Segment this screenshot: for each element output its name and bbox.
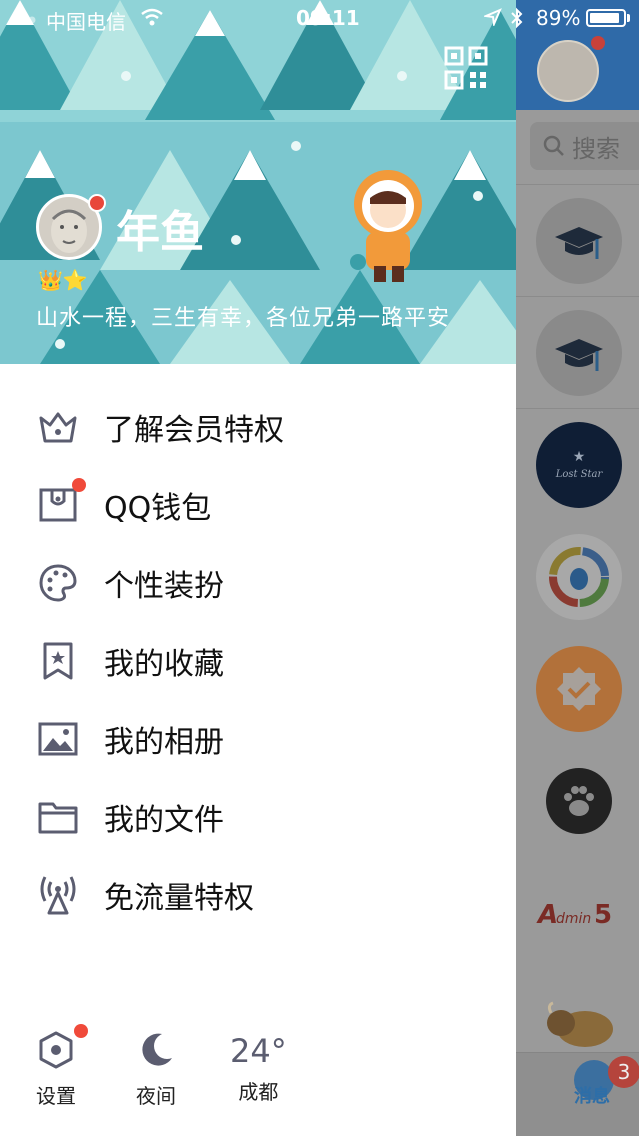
svg-text:★: ★: [573, 449, 586, 465]
temperature: 24°: [230, 1032, 287, 1070]
paw-avatar[interactable]: [536, 758, 622, 844]
city-label: 成都: [238, 1080, 279, 1104]
antenna-icon: [38, 875, 78, 915]
menu-label: 我的文件: [104, 803, 224, 838]
folder-icon: [38, 797, 78, 837]
wallet-icon: [38, 485, 78, 525]
settings-hexagon-icon: [39, 1031, 73, 1069]
crown-icon: [38, 407, 78, 447]
qr-code-icon[interactable]: [444, 46, 488, 90]
bluetooth-icon: [511, 7, 523, 29]
night-mode-button[interactable]: 夜间: [136, 1030, 176, 1109]
svg-text:5: 5: [594, 900, 612, 930]
divider: [516, 184, 639, 185]
battery-tip: [627, 14, 630, 22]
search-icon: [543, 135, 564, 156]
search-label: 搜索: [572, 134, 620, 163]
status-bar: 中国电信 09:11 89%: [0, 0, 639, 36]
paw-icon: [546, 768, 612, 834]
bookmark-star-icon: [38, 641, 78, 681]
menu-item-personalize[interactable]: 个性装扮: [0, 550, 516, 616]
graduation-cap-icon[interactable]: [536, 198, 622, 284]
verified-badge-icon[interactable]: [536, 646, 622, 732]
battery-icon: [586, 9, 626, 27]
svg-text:Lost Star: Lost Star: [555, 469, 604, 480]
wifi-icon: [141, 8, 163, 26]
graduation-cap-icon[interactable]: [536, 310, 622, 396]
svg-text:dmin: dmin: [556, 911, 591, 927]
profile-signature[interactable]: 山水一程，三生有幸，各位兄弟一路平安: [36, 300, 450, 332]
qq-app-icon[interactable]: [536, 534, 622, 620]
divider: [516, 296, 639, 297]
moon-icon: [142, 1033, 172, 1066]
wallet-red-dot: [72, 478, 86, 492]
profile-name[interactable]: 年鱼: [116, 196, 204, 260]
weather-widget[interactable]: 24° 成都: [230, 1032, 287, 1105]
messages-tab-label[interactable]: 消息: [574, 1082, 610, 1108]
menu-label: 了解会员特权: [104, 413, 284, 448]
profile-red-dot: [88, 194, 106, 212]
battery-fill: [590, 13, 619, 23]
search-bar[interactable]: 搜索: [530, 122, 639, 170]
palette-icon: [38, 563, 78, 603]
admin5-logo[interactable]: Admin 5: [536, 870, 626, 956]
menu-item-free-data[interactable]: 免流量特权: [0, 862, 516, 928]
image-icon: [38, 719, 78, 759]
messages-badge: 3: [608, 1056, 639, 1088]
right-avatar[interactable]: [537, 40, 599, 102]
menu-label: QQ钱包: [104, 491, 212, 526]
divider: [516, 408, 639, 409]
menu-item-album[interactable]: 我的相册: [0, 706, 516, 772]
menu-label: 我的收藏: [104, 647, 224, 682]
menu-item-qq-wallet[interactable]: QQ钱包: [0, 472, 516, 538]
menu-label: 个性装扮: [104, 569, 224, 604]
signal-icon: [10, 16, 36, 24]
right-avatar-red-dot: [591, 36, 605, 50]
menu-label: 免流量特权: [104, 881, 254, 916]
settings-label: 设置: [36, 1084, 76, 1108]
clock: 09:11: [296, 6, 360, 30]
battery-percent: 89%: [536, 6, 581, 30]
vip-badges-icon[interactable]: 👑⭐: [38, 268, 88, 292]
night-mode-label: 夜间: [136, 1084, 176, 1108]
location-arrow-icon: [484, 8, 502, 26]
settings-button[interactable]: 设置: [36, 1030, 76, 1109]
menu-item-favorites[interactable]: 我的收藏: [0, 628, 516, 694]
menu-item-vip-privilege[interactable]: 了解会员特权: [0, 394, 516, 460]
conversation-list-panel[interactable]: 搜索 ★ Lost Star Admin 5 3 消息: [516, 0, 639, 1136]
profile-header: 年鱼 👑⭐ 山水一程，三生有幸，各位兄弟一路平安: [0, 0, 516, 364]
carrier-name: 中国电信: [46, 10, 126, 34]
settings-red-dot: [74, 1024, 88, 1038]
menu-item-files[interactable]: 我的文件: [0, 784, 516, 850]
lost-star-avatar[interactable]: ★ Lost Star: [536, 422, 622, 508]
menu-label: 我的相册: [104, 725, 224, 760]
svg-text:A: A: [536, 900, 558, 930]
